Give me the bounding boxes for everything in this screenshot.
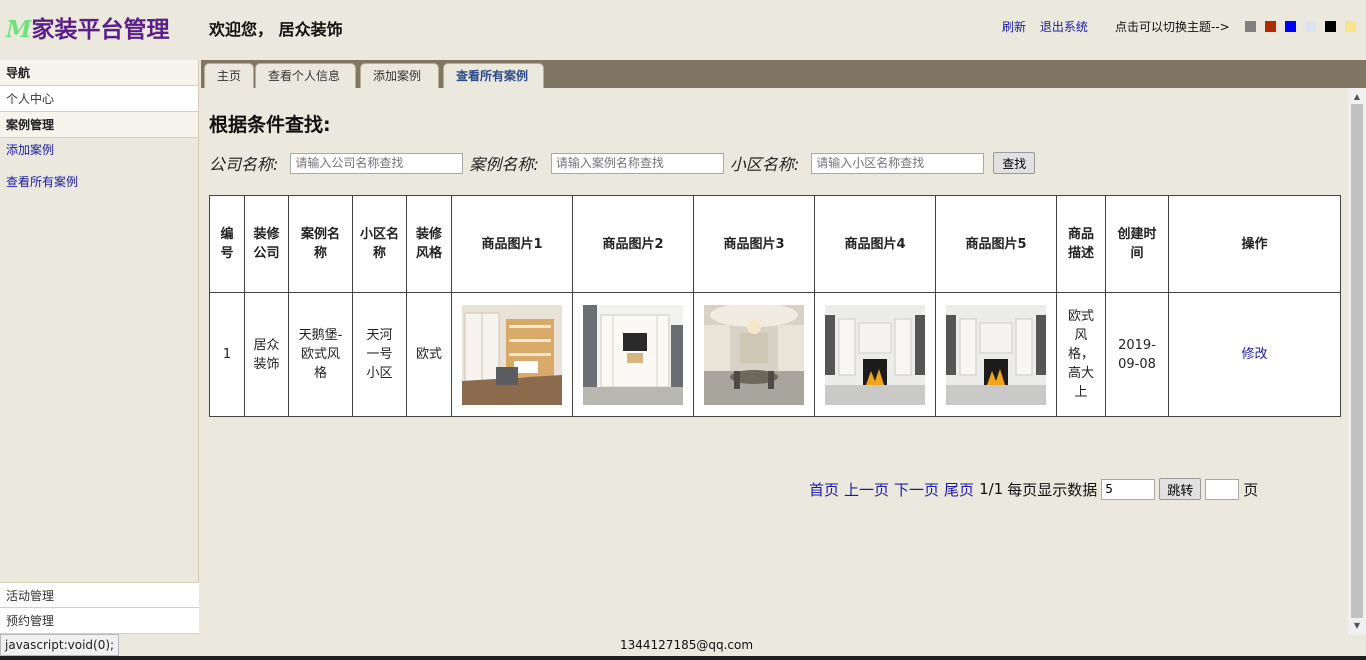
theme-swatches bbox=[1245, 21, 1356, 32]
tab-view-all-cases[interactable]: 查看所有案例 bbox=[443, 63, 544, 88]
cell-created: 2019-09-08 bbox=[1105, 292, 1169, 417]
sidebar-item-activity-management[interactable]: 活动管理 bbox=[0, 582, 199, 608]
cell-image4 bbox=[814, 292, 936, 417]
refresh-link[interactable]: 刷新 bbox=[1002, 20, 1026, 34]
theme-swatch-blue[interactable] bbox=[1285, 21, 1296, 32]
theme-swatch-red[interactable] bbox=[1265, 21, 1276, 32]
sidebar-nav-title: 导航 bbox=[0, 60, 198, 86]
tab-view-profile[interactable]: 查看个人信息 bbox=[255, 63, 356, 88]
tab-add-case[interactable]: 添加案例 bbox=[360, 63, 439, 88]
community-search-input[interactable] bbox=[811, 152, 985, 174]
sidebar-subitem-add-case[interactable]: 添加案例 bbox=[0, 140, 198, 172]
cell-image3 bbox=[693, 292, 815, 417]
cases-table: 编号 装修公司 案例名称 小区名称 装修风格 商品图片1 商品图片2 商品图片3… bbox=[209, 195, 1341, 417]
top-header: M家装平台管理 欢迎您， 居众装饰 刷新 退出系统 点击可以切换主题--> bbox=[0, 0, 1366, 58]
case-image-5 bbox=[946, 304, 1046, 405]
theme-swatch-yellow[interactable] bbox=[1345, 21, 1356, 32]
page-footer: 1344127185@qq.com bbox=[0, 635, 1366, 656]
theme-swatch-light[interactable] bbox=[1305, 21, 1316, 32]
cell-case-name: 天鹅堡-欧式风格 bbox=[288, 292, 353, 417]
cell-style: 欧式 bbox=[406, 292, 452, 417]
table-row: 1 居众装饰 天鹅堡-欧式风格 天河一号小区 欧式 欧式风格，高大上 2019-… bbox=[209, 292, 1341, 417]
col-header-company: 装修公司 bbox=[244, 195, 289, 293]
cell-description: 欧式风格，高大上 bbox=[1056, 292, 1106, 417]
case-image-3 bbox=[704, 304, 804, 405]
page-suffix: 页 bbox=[1243, 480, 1259, 499]
page-number-input[interactable] bbox=[1205, 478, 1240, 500]
case-label: 案例名称: bbox=[469, 155, 539, 174]
header-links: 刷新 退出系统 bbox=[1002, 18, 1098, 35]
next-page-link[interactable]: 下一页 bbox=[894, 479, 939, 500]
col-header-created: 创建时间 bbox=[1105, 195, 1169, 293]
sidebar-item-case-management[interactable]: 案例管理 bbox=[0, 112, 198, 138]
page-info: 1/1 bbox=[979, 480, 1004, 498]
sidebar-item-personal-center[interactable]: 个人中心 bbox=[0, 86, 198, 112]
cell-community: 天河一号小区 bbox=[352, 292, 407, 417]
col-header-id: 编号 bbox=[209, 195, 245, 293]
community-label: 小区名称: bbox=[729, 155, 800, 174]
logout-link[interactable]: 退出系统 bbox=[1040, 20, 1088, 34]
theme-swatch-gray[interactable] bbox=[1245, 21, 1256, 32]
theme-swatch-black[interactable] bbox=[1325, 21, 1336, 32]
app-logo: M家装平台管理 bbox=[6, 10, 169, 44]
scroll-thumb[interactable] bbox=[1351, 104, 1363, 618]
edit-link[interactable]: 修改 bbox=[1241, 347, 1267, 362]
prev-page-link[interactable]: 上一页 bbox=[844, 479, 889, 500]
logo-mark: M bbox=[6, 16, 32, 43]
sidebar-subitem-view-all-cases[interactable]: 查看所有案例 bbox=[0, 172, 198, 204]
tab-home[interactable]: 主页 bbox=[204, 63, 255, 88]
cell-id: 1 bbox=[209, 292, 245, 417]
col-header-action: 操作 bbox=[1168, 195, 1341, 293]
logo-text: 家装平台管理 bbox=[31, 17, 170, 43]
tab-bar: 主页 查看个人信息 添加案例 查看所有案例 bbox=[201, 60, 1366, 88]
per-page-label: 每页显示数据 bbox=[1007, 480, 1098, 499]
col-header-image3: 商品图片3 bbox=[693, 195, 815, 293]
col-header-case-name: 案例名称 bbox=[288, 195, 353, 293]
pagination: 首页 上一页 下一页 尾页 1/1 每页显示数据 跳转 页 bbox=[809, 478, 1262, 500]
search-form: 公司名称: 案例名称: 小区名称: 查找 bbox=[209, 152, 1036, 174]
company-label: 公司名称: bbox=[209, 155, 279, 174]
browser-status-bar: javascript:void(0); bbox=[0, 634, 120, 656]
scroll-down-arrow-icon[interactable]: ▼ bbox=[1348, 619, 1366, 633]
per-page-input[interactable] bbox=[1101, 478, 1156, 500]
company-search-input[interactable] bbox=[290, 152, 464, 174]
last-page-link[interactable]: 尾页 bbox=[944, 479, 974, 500]
table-header-row: 编号 装修公司 案例名称 小区名称 装修风格 商品图片1 商品图片2 商品图片3… bbox=[209, 195, 1341, 293]
cell-image2 bbox=[572, 292, 694, 417]
cell-action: 修改 bbox=[1168, 292, 1341, 417]
col-header-description: 商品描述 bbox=[1056, 195, 1106, 293]
jump-button[interactable]: 跳转 bbox=[1159, 478, 1202, 500]
search-title: 根据条件查找: bbox=[209, 114, 331, 136]
col-header-image4: 商品图片4 bbox=[814, 195, 936, 293]
first-page-link[interactable]: 首页 bbox=[809, 479, 839, 500]
bottom-strip bbox=[0, 656, 1366, 660]
col-header-image1: 商品图片1 bbox=[451, 195, 573, 293]
theme-hint: 点击可以切换主题--> bbox=[1115, 20, 1230, 34]
col-header-image5: 商品图片5 bbox=[935, 195, 1057, 293]
col-header-style: 装修风格 bbox=[406, 195, 452, 293]
scroll-up-arrow-icon[interactable]: ▲ bbox=[1348, 90, 1366, 104]
case-image-2 bbox=[583, 304, 683, 405]
sidebar-item-booking-management[interactable]: 预约管理 bbox=[0, 608, 199, 634]
cell-image5 bbox=[935, 292, 1057, 417]
cell-company: 居众装饰 bbox=[244, 292, 289, 417]
left-sidebar: 导航 个人中心 案例管理 添加案例 查看所有案例 活动管理 预约管理 bbox=[0, 60, 199, 635]
footer-email: 1344127185@qq.com bbox=[620, 638, 754, 652]
cell-image1 bbox=[451, 292, 573, 417]
col-header-image2: 商品图片2 bbox=[572, 195, 694, 293]
case-image-4 bbox=[825, 304, 925, 405]
main-content: 根据条件查找: 公司名称: 案例名称: 小区名称: 查找 编号 装修公司 案例名… bbox=[201, 88, 1348, 635]
col-header-community: 小区名称 bbox=[352, 195, 407, 293]
welcome-text: 欢迎您， 居众装饰 bbox=[209, 20, 343, 39]
case-search-input[interactable] bbox=[550, 152, 724, 174]
case-image-1 bbox=[462, 304, 562, 405]
main-scrollbar[interactable]: ▲ ▼ bbox=[1348, 88, 1366, 635]
search-button[interactable]: 查找 bbox=[993, 152, 1036, 174]
